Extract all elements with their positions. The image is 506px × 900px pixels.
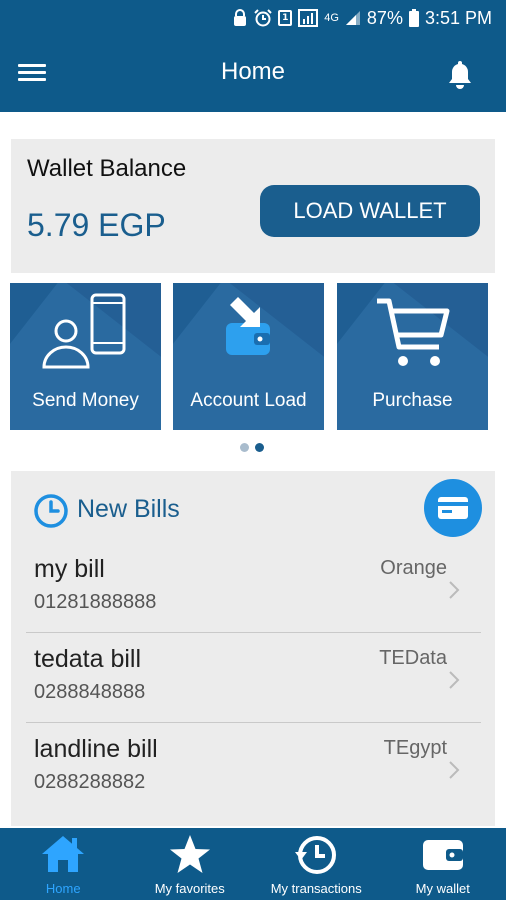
nav-transactions-label: My transactions — [270, 881, 362, 896]
star-icon — [127, 834, 254, 876]
bill-row[interactable]: my bill 01281888888 Orange — [26, 543, 481, 633]
lock-icon — [232, 9, 248, 27]
wallet-balance-card: Wallet Balance 5.79 EGP LOAD WALLET — [11, 139, 495, 273]
new-bills-card: New Bills my bill 01281888888 Orange ted… — [11, 471, 495, 826]
pager-dot[interactable] — [240, 443, 249, 452]
bill-name: landline bill — [34, 735, 158, 763]
signal-box-icon — [298, 9, 319, 27]
nav-wallet-label: My wallet — [415, 881, 470, 896]
load-wallet-button[interactable]: LOAD WALLET — [260, 185, 480, 237]
app-bar: Home — [0, 36, 506, 112]
nav-favorites-label: My favorites — [154, 881, 225, 896]
pager-dots — [240, 443, 264, 452]
history-icon — [253, 834, 380, 876]
chevron-right-icon — [449, 581, 460, 599]
service-tiles: Send Money Account Load Purchase — [10, 283, 488, 430]
nav-favorites[interactable]: My favorites — [127, 828, 254, 900]
bill-number: 01281888888 — [34, 591, 157, 613]
bill-provider: Orange — [380, 557, 447, 579]
credit-card-icon — [438, 497, 468, 519]
wallet-balance-amount: 5.79 EGP — [27, 207, 166, 243]
bottom-navigation: Home My favorites My transactions My wal… — [0, 828, 506, 900]
bill-provider: TEgypt — [383, 737, 447, 759]
add-card-button[interactable] — [424, 479, 482, 537]
nav-wallet[interactable]: My wallet — [380, 828, 506, 900]
bill-name: my bill — [34, 555, 105, 583]
purchase-label: Purchase — [372, 390, 453, 411]
bill-row[interactable]: tedata bill 0288848888 TEData — [26, 633, 481, 723]
cell-signal-icon — [345, 10, 361, 26]
bill-row[interactable]: landline bill 0288288882 TEgypt — [26, 723, 481, 813]
send-money-label: Send Money — [32, 390, 139, 411]
bill-number: 0288288882 — [34, 771, 146, 793]
clock-icon — [33, 493, 69, 529]
wallet-icon — [380, 834, 506, 874]
nav-home-label: Home — [45, 881, 81, 896]
chevron-right-icon — [449, 761, 460, 779]
bell-icon[interactable] — [444, 58, 476, 90]
chevron-right-icon — [449, 671, 460, 689]
bill-provider: TEData — [379, 647, 447, 669]
status-bar: 1 4G 87% 3:51 PM — [0, 0, 506, 36]
pager-dot-active[interactable] — [255, 443, 264, 452]
send-money-icon — [10, 293, 161, 371]
bill-number: 0288848888 — [34, 681, 146, 703]
network-type-label: 4G — [324, 12, 339, 24]
battery-icon — [408, 9, 419, 27]
account-load-label: Account Load — [190, 390, 307, 411]
purchase-tile[interactable]: Purchase — [337, 283, 488, 430]
nav-transactions[interactable]: My transactions — [253, 828, 380, 900]
sim-icon: 1 — [278, 10, 293, 26]
account-load-tile[interactable]: Account Load — [173, 283, 324, 430]
new-bills-title: New Bills — [77, 495, 180, 523]
clock: 3:51 PM — [424, 7, 492, 28]
shopping-cart-icon — [337, 293, 488, 373]
nav-home[interactable]: Home — [0, 828, 127, 900]
wallet-balance-label: Wallet Balance — [27, 155, 187, 182]
alarm-icon — [254, 9, 272, 27]
send-money-tile[interactable]: Send Money — [10, 283, 161, 430]
home-icon — [0, 834, 127, 874]
battery-percent: 87% — [366, 7, 403, 28]
bill-name: tedata bill — [34, 645, 142, 673]
account-load-icon — [173, 293, 324, 363]
page-title: Home — [220, 58, 286, 85]
